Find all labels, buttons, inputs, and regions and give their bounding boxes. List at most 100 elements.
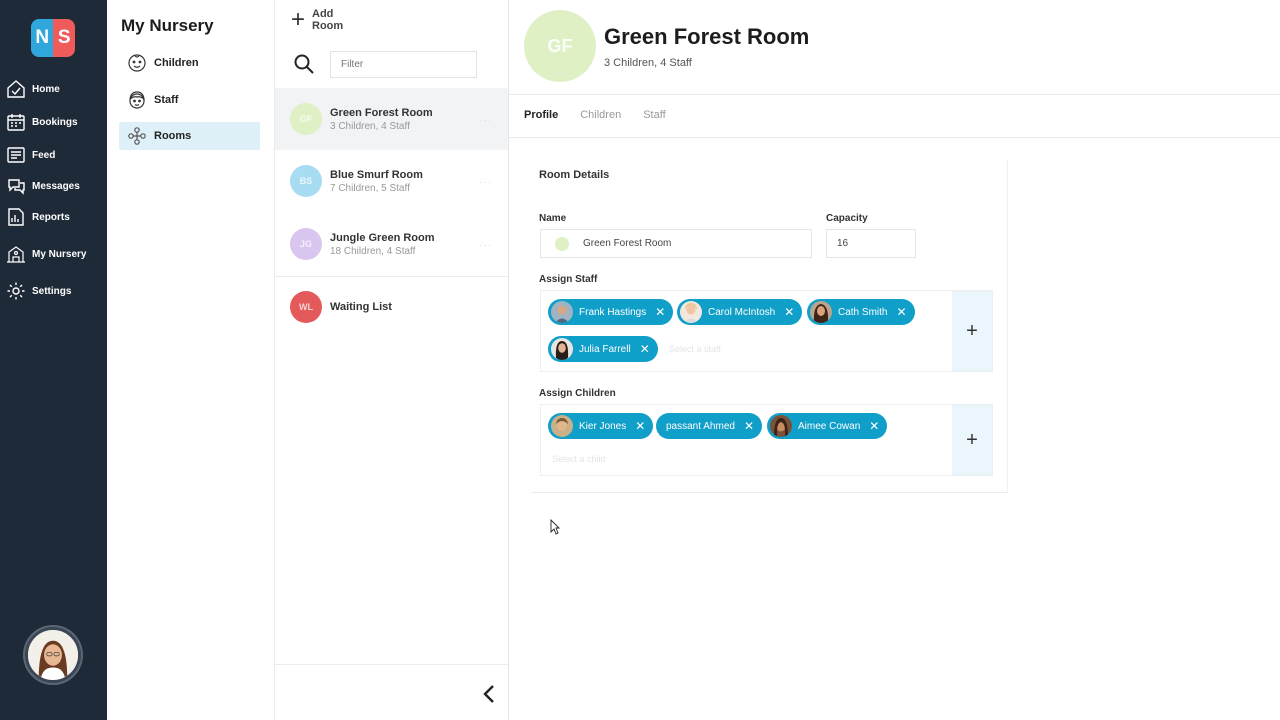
sidebar-item-label: Rooms (154, 130, 192, 142)
plus-icon: + (291, 6, 306, 33)
child-chip-name: Aimee Cowan (798, 420, 861, 432)
capacity-value: 16 (837, 238, 849, 249)
room-color-swatch[interactable] (555, 236, 569, 251)
staff-chip-name: Carol McIntosh (708, 306, 776, 318)
room-avatar: WL (290, 291, 322, 323)
more-options-icon[interactable]: ··· (479, 240, 492, 251)
room-list-item-blue-smurf[interactable]: BS Blue Smurf Room 7 Children, 5 Staff ·… (275, 150, 508, 212)
calendar-icon (7, 114, 25, 131)
nav-item-messages[interactable]: Messages (6, 174, 104, 198)
nav-item-settings[interactable]: Settings (6, 279, 104, 303)
nav-label: Messages (32, 180, 80, 192)
room-tabs: Profile Children Staff (524, 109, 688, 121)
room-list-item-waiting-list[interactable]: WL Waiting List (275, 276, 508, 338)
remove-icon[interactable]: ✕ (869, 419, 879, 433)
staff-chip: Frank Hastings ✕ (548, 299, 674, 325)
room-search-input[interactable] (330, 51, 477, 78)
remove-icon[interactable]: ✕ (744, 419, 754, 433)
staff-select-placeholder[interactable]: Select a staff (669, 344, 721, 354)
nav-item-feed[interactable]: Feed (6, 143, 104, 167)
nursery-icon (7, 246, 25, 263)
remove-icon[interactable]: ✕ (640, 342, 650, 356)
nav-item-bookings[interactable]: Bookings (6, 110, 104, 134)
add-child-button[interactable]: + (952, 405, 992, 475)
more-options-icon[interactable]: ··· (479, 115, 492, 126)
room-summary: 3 Children, 4 Staff (604, 57, 692, 69)
room-avatar: BS (290, 165, 322, 197)
header-divider (509, 94, 1280, 95)
child-chip: passant Ahmed ✕ (656, 413, 762, 439)
staff-face-icon (129, 91, 145, 109)
sidebar-item-staff[interactable]: Staff (119, 86, 260, 114)
section-sidebar: My Nursery Children Staff Rooms (107, 0, 275, 720)
staff-chip-name: Julia Farrell (579, 343, 631, 355)
room-name: Jungle Green Room (330, 231, 435, 244)
sidebar-item-label: Staff (154, 94, 179, 106)
room-list-item-jungle-green[interactable]: JG Jungle Green Room 18 Children, 4 Staf… (275, 213, 508, 275)
staff-chip-name: Frank Hastings (579, 306, 647, 318)
nav-item-home[interactable]: Home (6, 77, 104, 101)
nav-item-my-nursery[interactable]: My Nursery (6, 242, 104, 266)
room-list-item-green-forest[interactable]: GF Green Forest Room 3 Children, 4 Staff… (275, 88, 508, 150)
sidebar-item-label: Children (154, 57, 199, 69)
search-icon[interactable] (293, 53, 315, 75)
remove-icon[interactable]: ✕ (896, 305, 906, 319)
staff-avatar (551, 338, 573, 360)
assign-children-label: Assign Children (539, 388, 616, 399)
more-options-icon[interactable]: ··· (479, 177, 492, 188)
staff-avatar (810, 301, 832, 323)
gear-icon (7, 282, 25, 300)
mouse-cursor-icon (550, 519, 560, 535)
page-title: Green Forest Room (604, 24, 810, 49)
assign-staff-label: Assign Staff (539, 274, 598, 285)
capacity-field[interactable]: 16 (826, 229, 916, 258)
staff-chip: Carol McIntosh ✕ (677, 299, 803, 325)
child-avatar (770, 415, 792, 437)
room-name-field[interactable]: Green Forest Room (540, 229, 812, 258)
app-logo[interactable]: N S (31, 19, 75, 57)
tab-profile[interactable]: Profile (524, 109, 558, 121)
add-room-label: Add Room (312, 8, 344, 32)
nav-label: Feed (32, 149, 56, 161)
staff-avatar (551, 301, 573, 323)
room-name-value: Green Forest Room (583, 238, 672, 249)
user-avatar-portrait (28, 630, 78, 680)
room-name: Waiting List (330, 301, 392, 313)
nav-label: My Nursery (32, 248, 87, 260)
sidebar-item-rooms[interactable]: Rooms (119, 122, 260, 150)
add-staff-button[interactable]: + (952, 291, 992, 371)
room-counts: 3 Children, 4 Staff (330, 120, 410, 132)
tab-staff[interactable]: Staff (643, 109, 665, 121)
rooms-icon (128, 127, 146, 145)
staff-chip-name: Cath Smith (838, 306, 888, 318)
room-avatar: GF (290, 103, 322, 135)
child-chip: Kier Jones ✕ (548, 413, 654, 439)
sidebar-item-children[interactable]: Children (119, 49, 260, 77)
child-chip-name: Kier Jones (579, 420, 627, 432)
remove-icon[interactable]: ✕ (635, 419, 645, 433)
remove-icon[interactable]: ✕ (655, 305, 665, 319)
feed-icon (7, 147, 25, 163)
nav-label: Reports (32, 211, 70, 223)
child-chip-name: passant Ahmed (666, 420, 735, 432)
tabs-divider (509, 137, 1280, 138)
child-select-placeholder[interactable]: Select a child (552, 454, 606, 464)
tab-children[interactable]: Children (580, 109, 621, 121)
room-name: Blue Smurf Room (330, 168, 423, 181)
room-counts: 7 Children, 5 Staff (330, 182, 410, 194)
chevron-left-icon[interactable] (480, 683, 500, 705)
nav-item-reports[interactable]: Reports (6, 205, 104, 229)
rooms-list-panel: + Add Room GF Green Forest Room 3 Childr… (275, 0, 509, 720)
name-label: Name (539, 213, 567, 224)
logo-letter-s: S (57, 27, 71, 48)
messages-icon (8, 179, 25, 195)
section-title: My Nursery (121, 16, 214, 35)
nav-label: Home (32, 83, 60, 95)
panel-divider (275, 664, 508, 665)
child-chip: Aimee Cowan ✕ (767, 413, 888, 439)
room-header-avatar: GF (524, 10, 596, 82)
remove-icon[interactable]: ✕ (784, 305, 794, 319)
add-room-button[interactable]: + Add Room (291, 6, 343, 33)
user-avatar[interactable] (25, 627, 81, 683)
staff-chip: Julia Farrell ✕ (548, 336, 658, 362)
